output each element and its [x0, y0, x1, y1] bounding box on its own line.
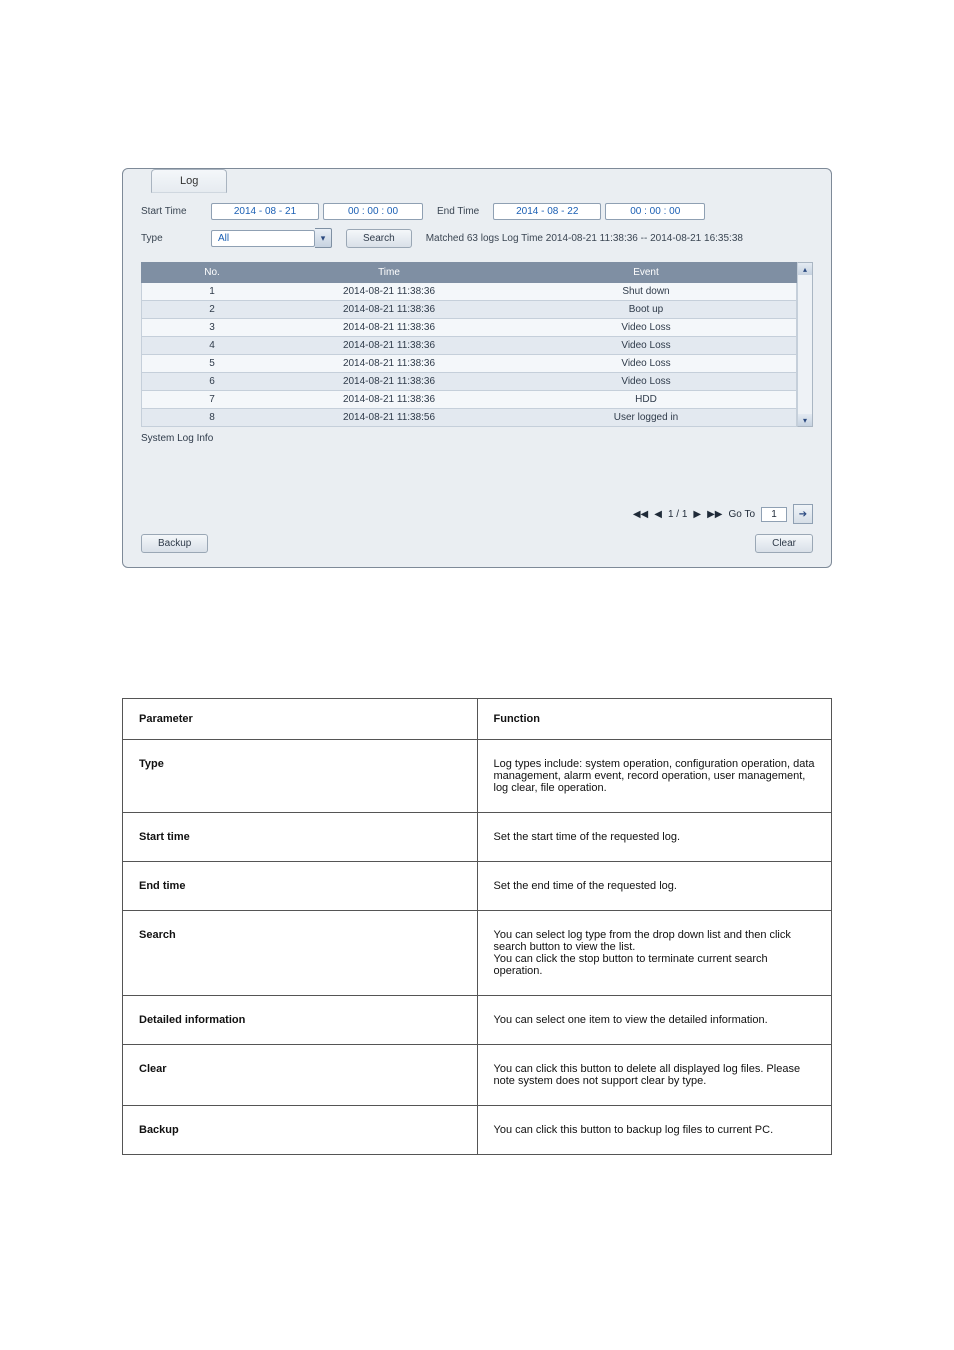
- cell-time: 2014-08-21 11:38:36: [282, 283, 496, 300]
- param-desc: You can select log type from the drop do…: [477, 911, 832, 996]
- pager: ◀◀ ◀ 1 / 1 ▶ ▶▶ Go To 1 ➔: [141, 504, 813, 524]
- param-name: Search: [123, 911, 478, 996]
- cell-event: Boot up: [496, 301, 796, 318]
- cell-time: 2014-08-21 11:38:36: [282, 301, 496, 318]
- table-row[interactable]: 22014-08-21 11:38:36Boot up: [141, 301, 797, 319]
- label-end-time: End Time: [437, 206, 479, 217]
- end-date-field[interactable]: 2014 - 08 - 22: [493, 203, 601, 220]
- search-button[interactable]: Search: [346, 229, 412, 248]
- system-log-info: System Log Info: [141, 433, 813, 444]
- param-row: TypeLog types include: system operation,…: [123, 740, 832, 813]
- param-name: Clear: [123, 1045, 478, 1106]
- param-name: Start time: [123, 813, 478, 862]
- param-name: Detailed information: [123, 996, 478, 1045]
- cell-event: Shut down: [496, 283, 796, 300]
- table-row[interactable]: 32014-08-21 11:38:36Video Loss: [141, 319, 797, 337]
- clear-button[interactable]: Clear: [755, 534, 813, 553]
- cell-no: 4: [142, 337, 282, 354]
- cell-time: 2014-08-21 11:38:36: [282, 373, 496, 390]
- param-row: SearchYou can select log type from the d…: [123, 911, 832, 996]
- goto-label: Go To: [729, 509, 756, 520]
- log-table: No. Time Event 12014-08-21 11:38:36Shut …: [141, 262, 813, 427]
- cell-no: 6: [142, 373, 282, 390]
- param-name: Type: [123, 740, 478, 813]
- label-start-time: Start Time: [141, 206, 211, 217]
- param-desc: Set the end time of the requested log.: [477, 862, 832, 911]
- cell-no: 8: [142, 409, 282, 426]
- col-event: Event: [496, 263, 796, 282]
- cell-no: 2: [142, 301, 282, 318]
- param-row: End timeSet the end time of the requeste…: [123, 862, 832, 911]
- log-window: Log Start Time 2014 - 08 - 21 00 : 00 : …: [122, 168, 832, 568]
- function-header: Function: [477, 699, 832, 740]
- col-time: Time: [282, 263, 496, 282]
- start-date-field[interactable]: 2014 - 08 - 21: [211, 203, 319, 220]
- param-header: Parameter: [123, 699, 478, 740]
- start-time-field[interactable]: 00 : 00 : 00: [323, 203, 423, 220]
- cell-no: 1: [142, 283, 282, 300]
- table-row[interactable]: 62014-08-21 11:38:36Video Loss: [141, 373, 797, 391]
- param-desc: Set the start time of the requested log.: [477, 813, 832, 862]
- goto-button[interactable]: ➔: [793, 504, 813, 524]
- last-page-icon[interactable]: ▶▶: [707, 509, 722, 520]
- param-desc: You can select one item to view the deta…: [477, 996, 832, 1045]
- cell-no: 5: [142, 355, 282, 372]
- param-name: Backup: [123, 1106, 478, 1155]
- scroll-up-icon[interactable]: ▴: [798, 263, 812, 275]
- goto-input[interactable]: 1: [761, 507, 787, 522]
- label-type: Type: [141, 233, 211, 244]
- cell-event: User logged in: [496, 409, 796, 426]
- table-row[interactable]: 12014-08-21 11:38:36Shut down: [141, 283, 797, 301]
- table-row[interactable]: 72014-08-21 11:38:36HDD: [141, 391, 797, 409]
- parameter-table: Parameter Function TypeLog types include…: [122, 698, 832, 1155]
- backup-button[interactable]: Backup: [141, 534, 208, 553]
- end-time-field[interactable]: 00 : 00 : 00: [605, 203, 705, 220]
- param-desc: Log types include: system operation, con…: [477, 740, 832, 813]
- page-indicator: 1 / 1: [668, 509, 687, 520]
- cell-event: HDD: [496, 391, 796, 408]
- scroll-down-icon[interactable]: ▾: [798, 414, 812, 426]
- tab-log[interactable]: Log: [151, 169, 227, 193]
- cell-event: Video Loss: [496, 373, 796, 390]
- param-row: BackupYou can click this button to backu…: [123, 1106, 832, 1155]
- cell-no: 3: [142, 319, 282, 336]
- table-row[interactable]: 42014-08-21 11:38:36Video Loss: [141, 337, 797, 355]
- param-row: ClearYou can click this button to delete…: [123, 1045, 832, 1106]
- type-select[interactable]: All: [211, 230, 315, 247]
- cell-time: 2014-08-21 11:38:36: [282, 355, 496, 372]
- matched-status: Matched 63 logs Log Time 2014-08-21 11:3…: [426, 233, 743, 244]
- scrollbar[interactable]: ▴ ▾: [797, 262, 813, 427]
- first-page-icon[interactable]: ◀◀: [633, 509, 648, 520]
- param-desc: You can click this button to backup log …: [477, 1106, 832, 1155]
- table-row[interactable]: 82014-08-21 11:38:56User logged in: [141, 409, 797, 427]
- cell-event: Video Loss: [496, 319, 796, 336]
- cell-time: 2014-08-21 11:38:36: [282, 391, 496, 408]
- param-row: Detailed informationYou can select one i…: [123, 996, 832, 1045]
- col-no: No.: [142, 263, 282, 282]
- cell-time: 2014-08-21 11:38:36: [282, 319, 496, 336]
- param-name: End time: [123, 862, 478, 911]
- cell-time: 2014-08-21 11:38:56: [282, 409, 496, 426]
- param-desc: You can click this button to delete all …: [477, 1045, 832, 1106]
- table-row[interactable]: 52014-08-21 11:38:36Video Loss: [141, 355, 797, 373]
- cell-event: Video Loss: [496, 355, 796, 372]
- chevron-down-icon[interactable]: ▾: [315, 228, 332, 248]
- cell-time: 2014-08-21 11:38:36: [282, 337, 496, 354]
- cell-event: Video Loss: [496, 337, 796, 354]
- param-row: Start timeSet the start time of the requ…: [123, 813, 832, 862]
- next-page-icon[interactable]: ▶: [693, 509, 701, 520]
- cell-no: 7: [142, 391, 282, 408]
- prev-page-icon[interactable]: ◀: [654, 509, 662, 520]
